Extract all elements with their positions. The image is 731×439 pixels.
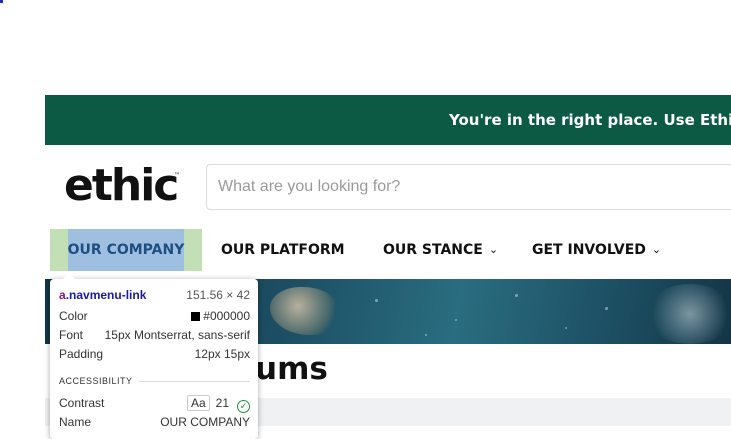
padding-value: 12px 15px [194, 347, 250, 361]
section-divider [139, 381, 250, 382]
contrast-badge: Aa [186, 395, 210, 411]
tooltip-header: a.navmenu-link 151.56 × 42 [59, 286, 250, 304]
particle [425, 334, 427, 336]
contrast-value: 21 [215, 396, 229, 410]
trademark-mark: ™ [174, 172, 180, 179]
color-row: Color #000000 [59, 307, 250, 325]
nav-our-platform-label: OUR PLATFORM [221, 242, 345, 258]
section-heading: ums [255, 351, 328, 387]
check-circle-icon: ✓ [237, 400, 250, 413]
particle [565, 327, 567, 329]
nav-our-company-label: OUR COMPANY [67, 229, 185, 271]
plastic-debris-shape [645, 284, 731, 344]
search-box[interactable] [206, 164, 731, 210]
name-value: OUR COMPANY [160, 415, 250, 429]
contrast-row: Contrast Aa 21 ✓ [59, 394, 250, 413]
particle [375, 299, 378, 302]
nav-our-platform[interactable]: OUR PLATFORM [221, 229, 345, 271]
font-value: 15px Montserrat, sans-serif [104, 328, 250, 342]
nav-our-stance-label: OUR STANCE [383, 242, 483, 258]
font-row: Font 15px Montserrat, sans-serif [59, 326, 250, 344]
corner-marker [0, 0, 3, 3]
particle [605, 307, 608, 310]
particle [515, 294, 518, 297]
nav-our-stance[interactable]: OUR STANCE ⌄ [383, 229, 498, 271]
accessibility-section-title: ACCESSIBILITY [59, 376, 250, 386]
ethic-logo[interactable]: ethic [64, 160, 179, 211]
selector-tag: a [59, 288, 66, 302]
font-label: Font [59, 328, 84, 342]
search-input[interactable] [207, 165, 718, 209]
promo-banner: You're in the right place. Use Ethic to [45, 95, 731, 145]
chevron-down-icon: ⌄ [488, 243, 499, 256]
name-label: Name [59, 415, 92, 429]
color-swatch-icon [191, 312, 201, 321]
padding-row: Padding 12px 15px [59, 345, 250, 363]
nav-get-involved-label: GET INVOLVED [532, 242, 646, 258]
particle [455, 319, 457, 321]
selector-class: .navmenu-link [65, 288, 147, 302]
color-value: #000000 [203, 309, 250, 323]
name-row: Name OUR COMPANY [59, 413, 250, 431]
plastic-debris-shape [270, 287, 340, 335]
padding-label: Padding [59, 347, 104, 361]
accessibility-title-text: ACCESSIBILITY [59, 376, 133, 386]
nav-our-company[interactable]: OUR COMPANY [50, 229, 202, 271]
banner-text: You're in the right place. Use Ethic to [449, 111, 731, 129]
chevron-down-icon: ⌄ [651, 243, 662, 256]
color-label: Color [59, 309, 88, 323]
element-dimensions: 151.56 × 42 [186, 288, 250, 302]
devtools-inspect-tooltip: a.navmenu-link 151.56 × 42 Color #000000… [50, 273, 258, 439]
contrast-label: Contrast [59, 396, 105, 410]
nav-get-involved[interactable]: GET INVOLVED ⌄ [532, 229, 661, 271]
